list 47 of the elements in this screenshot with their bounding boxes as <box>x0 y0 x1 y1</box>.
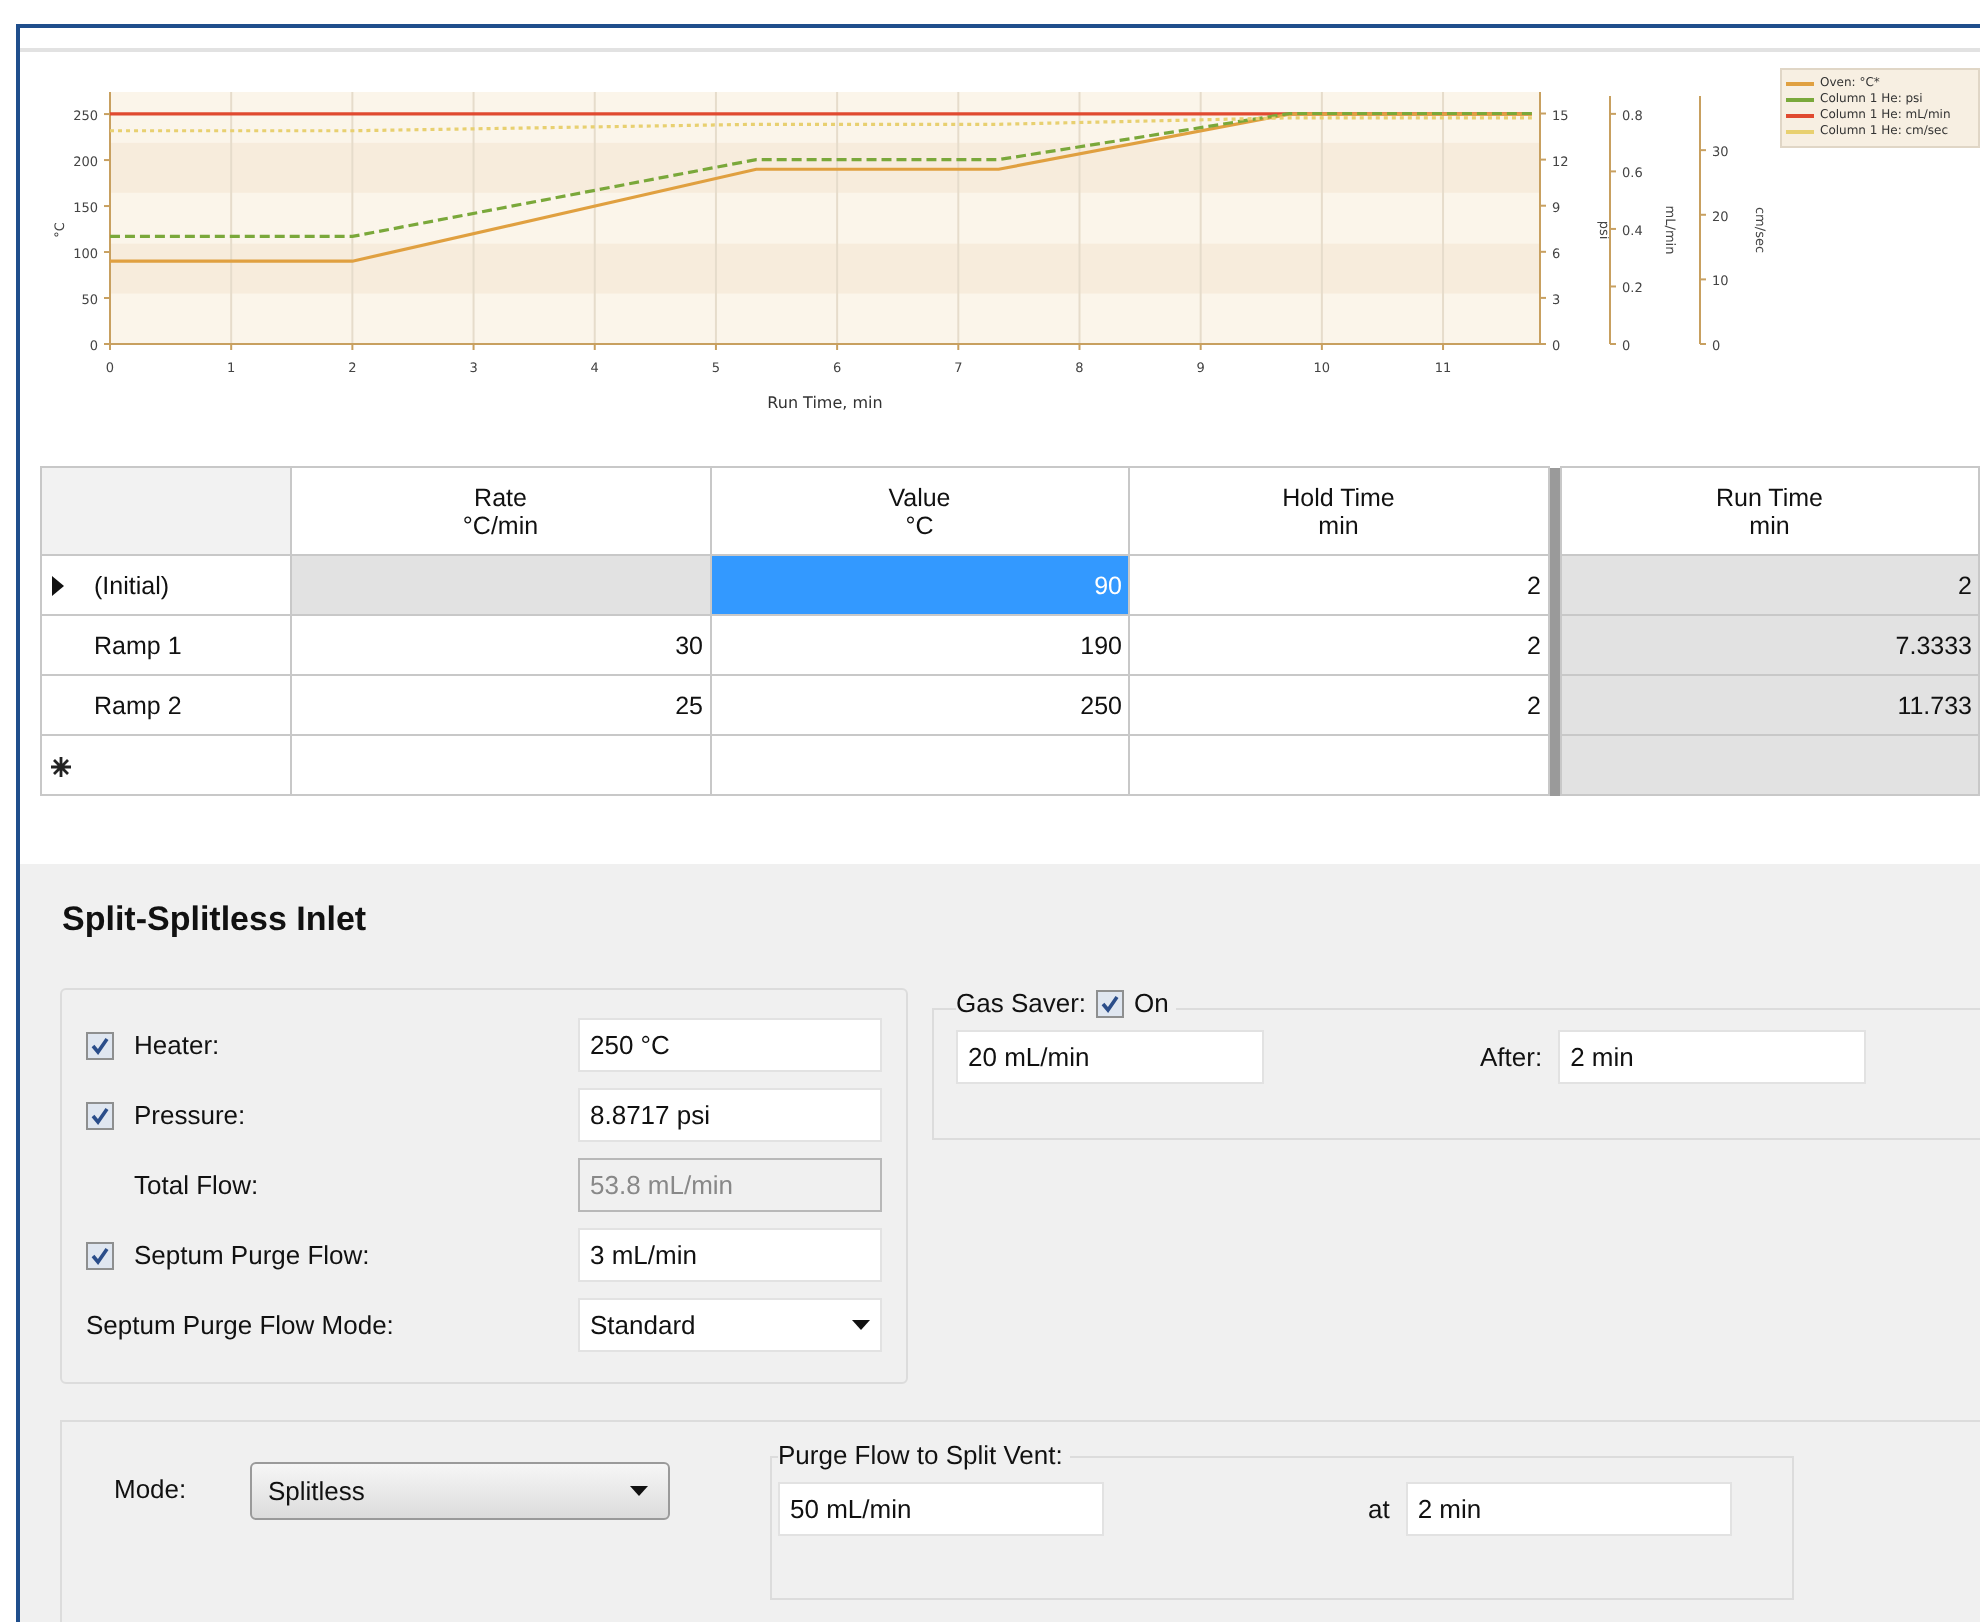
column-header[interactable]: Run Time min <box>1560 467 1979 555</box>
column-header[interactable]: Value °C <box>710 467 1129 555</box>
table-cell[interactable] <box>291 735 710 795</box>
input-field[interactable]: 50 mL/min <box>778 1482 1104 1536</box>
field-label: Pressure: <box>134 1100 246 1130</box>
table-cell[interactable] <box>710 735 1129 795</box>
new-row-icon <box>50 755 72 778</box>
checkbox[interactable] <box>86 1101 114 1129</box>
field-label: Septum Purge Flow: <box>134 1240 370 1270</box>
table-cell[interactable]: 250 <box>710 675 1129 735</box>
table-cell[interactable]: 2 <box>1129 555 1548 615</box>
input-field[interactable]: 2 min <box>1405 1482 1732 1536</box>
input-field[interactable]: 250 °C <box>578 1018 882 1072</box>
input-field[interactable]: 20 mL/min <box>956 1030 1264 1084</box>
checkbox[interactable] <box>86 1031 114 1059</box>
row-header[interactable]: Ramp 1 <box>41 615 291 675</box>
table-cell[interactable]: 25 <box>291 675 710 735</box>
row-header[interactable]: (Initial) <box>41 555 291 615</box>
row-header[interactable] <box>41 735 291 795</box>
column-header[interactable]: Rate °C/min <box>291 467 710 555</box>
checkbox[interactable] <box>86 1241 114 1269</box>
section-title: Split-Splitless Inlet <box>62 900 369 940</box>
caret-icon <box>630 1486 648 1496</box>
input-field[interactable]: 8.8717 psi <box>578 1088 882 1142</box>
dropdown[interactable]: Splitless <box>250 1462 670 1520</box>
group-label: Gas Saver: <box>956 988 1087 1018</box>
input-field[interactable]: 3 mL/min <box>578 1228 882 1282</box>
field-label: Septum Purge Flow Mode: <box>86 1310 394 1340</box>
row-header[interactable]: Ramp 2 <box>41 675 291 735</box>
checkbox-label: On <box>1134 988 1169 1018</box>
field-label: After: <box>1480 1042 1543 1072</box>
group-label: Purge Flow to Split Vent: <box>778 1440 1071 1470</box>
table-cell[interactable] <box>1129 735 1548 795</box>
table-cell[interactable]: 30 <box>291 615 710 675</box>
input-field[interactable]: 2 min <box>1558 1030 1867 1084</box>
axis-title: Run Time, min <box>767 394 883 412</box>
field-label: at <box>1368 1494 1390 1524</box>
table-cell[interactable]: 2 <box>1129 675 1548 735</box>
field-label: Heater: <box>134 1030 220 1060</box>
dropdown[interactable]: Standard <box>578 1298 882 1352</box>
field-label: Total Flow: <box>134 1170 259 1200</box>
checkbox[interactable] <box>1096 989 1125 1017</box>
table-cell[interactable]: 2 <box>1129 615 1548 675</box>
column-header[interactable]: Hold Time min <box>1129 467 1548 555</box>
table-cell[interactable]: 190 <box>710 615 1129 675</box>
caret-icon <box>852 1320 870 1330</box>
field-label: Mode: <box>114 1474 189 1504</box>
